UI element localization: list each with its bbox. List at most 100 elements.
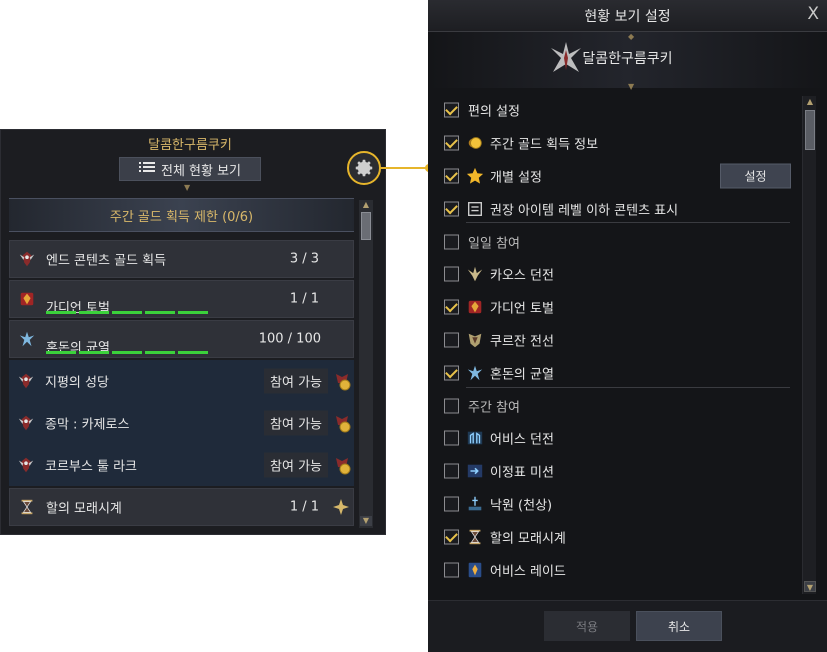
setting-chaos-dungeon[interactable]: 카오스 던전 (442, 258, 800, 291)
section-convenience[interactable]: 편의 설정 (442, 94, 800, 127)
setting-guardian-raid[interactable]: 가디언 토벌 (442, 291, 800, 324)
checkbox[interactable] (444, 135, 459, 151)
divider (466, 387, 790, 388)
checkbox[interactable] (444, 168, 459, 184)
dialog-character-name: 달콤한구름쿠키 (582, 51, 673, 67)
checkbox[interactable] (444, 430, 459, 446)
abyss-raid-icon (468, 562, 482, 577)
item-label: 개별 설정 (490, 170, 542, 186)
row-value: 3 / 3 (289, 251, 319, 267)
row-name: 코르부스 툴 라크 (45, 459, 137, 475)
chevron-down-icon: ▼ (628, 82, 635, 91)
list-item[interactable]: 엔드 콘텐츠 골드 획득 3 / 3 (9, 240, 354, 278)
list-item[interactable]: 종막 : 카제로스 참여 가능 (9, 402, 354, 444)
checkbox[interactable] (444, 201, 459, 217)
section-weekly[interactable]: 주간 참여 (442, 389, 800, 422)
checkbox[interactable] (444, 234, 459, 250)
checkbox[interactable] (444, 365, 459, 381)
gold-coin-icon (468, 137, 482, 150)
setting-hourglass[interactable]: 할의 모래시계 (442, 520, 800, 553)
weekly-gold-limit-banner: 주간 골드 획득 제한 (0/6) (9, 198, 354, 232)
weekly-gold-limit-text: 주간 골드 획득 제한 (0/6) (109, 209, 254, 225)
highlight-connector (381, 167, 429, 169)
progress-bars (46, 311, 208, 314)
list-item[interactable]: 혼돈의 균열 100 / 100 (9, 320, 354, 358)
close-button[interactable]: X (807, 4, 819, 24)
item-label: 일일 참여 (468, 236, 520, 252)
participation-status: 참여 가능 (264, 410, 328, 436)
character-name: 달콤한구름쿠키 (148, 138, 232, 153)
item-label: 권장 아이템 레벨 이하 콘텐츠 표시 (490, 203, 679, 219)
item-label: 이정표 미션 (490, 465, 554, 481)
hourglass-icon (21, 499, 33, 515)
participation-status: 참여 가능 (264, 368, 328, 394)
list-item[interactable]: 할의 모래시계 1 / 1 (9, 488, 354, 526)
progress-bars (46, 351, 208, 354)
setting-kurzan-front[interactable]: 쿠르잔 전선 (442, 324, 800, 357)
checkbox[interactable] (444, 463, 459, 479)
individual-settings-button[interactable]: 설정 (720, 163, 791, 189)
star-icon (466, 167, 484, 184)
scroll-down-icon[interactable]: ▼ (804, 581, 816, 592)
milestone-icon (467, 464, 483, 478)
divider (466, 222, 790, 223)
cancel-button[interactable]: 취소 (636, 611, 722, 641)
list-icon (138, 161, 155, 177)
ornament-icon: ◆ (628, 32, 635, 41)
item-label: 어비스 레이드 (490, 564, 566, 580)
checkbox[interactable] (444, 529, 459, 545)
scrollbar[interactable]: ▲ ▼ (359, 200, 373, 528)
item-label: 낙원 (천상) (490, 498, 553, 514)
scroll-up-icon[interactable]: ▲ (804, 96, 816, 107)
list-item[interactable]: 가디언 토벌 1 / 1 (9, 280, 354, 318)
setting-show-below-level[interactable]: 권장 아이템 레벨 이하 콘텐츠 표시 (442, 192, 800, 225)
item-label: 가디언 토벌 (490, 301, 554, 317)
row-value: 1 / 1 (289, 291, 319, 307)
scroll-thumb[interactable] (805, 110, 815, 150)
item-label: 혼돈의 균열 (490, 367, 554, 383)
chaos-dungeon-icon (467, 267, 483, 282)
apply-button[interactable]: 적용 (544, 611, 630, 641)
content-status-panel: 달콤한구름쿠키 전체 현황 보기 ▼ 주간 골드 획득 제한 (0/6) 엔드 … (0, 129, 386, 535)
abyss-dungeon-icon (467, 432, 483, 445)
list-item[interactable]: 지평의 성당 참여 가능 (9, 360, 354, 402)
setting-abyss-raid[interactable]: 어비스 레이드 (442, 553, 800, 586)
demon-crest-icon (18, 373, 34, 389)
view-all-status-button[interactable]: 전체 현황 보기 (119, 157, 261, 181)
setting-individual[interactable]: 개별 설정 설정 (442, 160, 800, 193)
setting-abyss-dungeon[interactable]: 어비스 던전 (442, 422, 800, 455)
checkbox[interactable] (444, 299, 459, 315)
item-label: 카오스 던전 (490, 268, 554, 284)
scroll-up-icon[interactable]: ▲ (360, 200, 372, 210)
checkbox[interactable] (444, 496, 459, 512)
section-daily[interactable]: 일일 참여 (442, 225, 800, 258)
setting-chaos-rift[interactable]: 혼돈의 균열 (442, 356, 800, 389)
checkbox[interactable] (444, 398, 459, 414)
content-status-list: 엔드 콘텐츠 골드 획득 3 / 3 가디언 토벌 1 / 1 혼돈의 균열 1… (9, 238, 354, 528)
row-name: 종막 : 카제로스 (45, 417, 130, 433)
setting-milestone-mission[interactable]: 이정표 미션 (442, 455, 800, 488)
participation-status: 참여 가능 (264, 452, 328, 478)
scrollbar[interactable]: ▲ ▼ (802, 96, 816, 594)
item-label: 어비스 던전 (490, 432, 554, 448)
paradise-icon (468, 496, 482, 511)
row-name: 엔드 콘텐츠 골드 획득 (46, 253, 167, 269)
scroll-thumb[interactable] (361, 212, 371, 240)
item-label: 주간 골드 획득 정보 (490, 137, 599, 153)
row-name: 할의 모래시계 (46, 501, 122, 517)
demon-crest-icon (18, 457, 34, 473)
setting-weekly-gold-info[interactable]: 주간 골드 획득 정보 (442, 127, 800, 160)
demon-crest-icon (18, 415, 34, 431)
checkbox[interactable] (444, 266, 459, 282)
checkbox[interactable] (444, 562, 459, 578)
dialog-footer: 적용 취소 (428, 600, 827, 652)
setting-paradise[interactable]: 낙원 (천상) (442, 488, 800, 521)
checkbox[interactable] (444, 332, 459, 348)
row-value: 100 / 100 (258, 331, 321, 347)
list-item[interactable]: 코르부스 툴 라크 참여 가능 (9, 444, 354, 486)
item-label: 편의 설정 (468, 104, 520, 120)
checkbox[interactable] (444, 102, 459, 118)
settings-gear-button[interactable] (347, 151, 381, 185)
scroll-down-icon[interactable]: ▼ (360, 516, 372, 526)
status-settings-dialog: 현황 보기 설정 X ◆ 달콤한구름쿠키 ▼ 편의 설정 주간 골드 획득 정보 (428, 0, 827, 652)
